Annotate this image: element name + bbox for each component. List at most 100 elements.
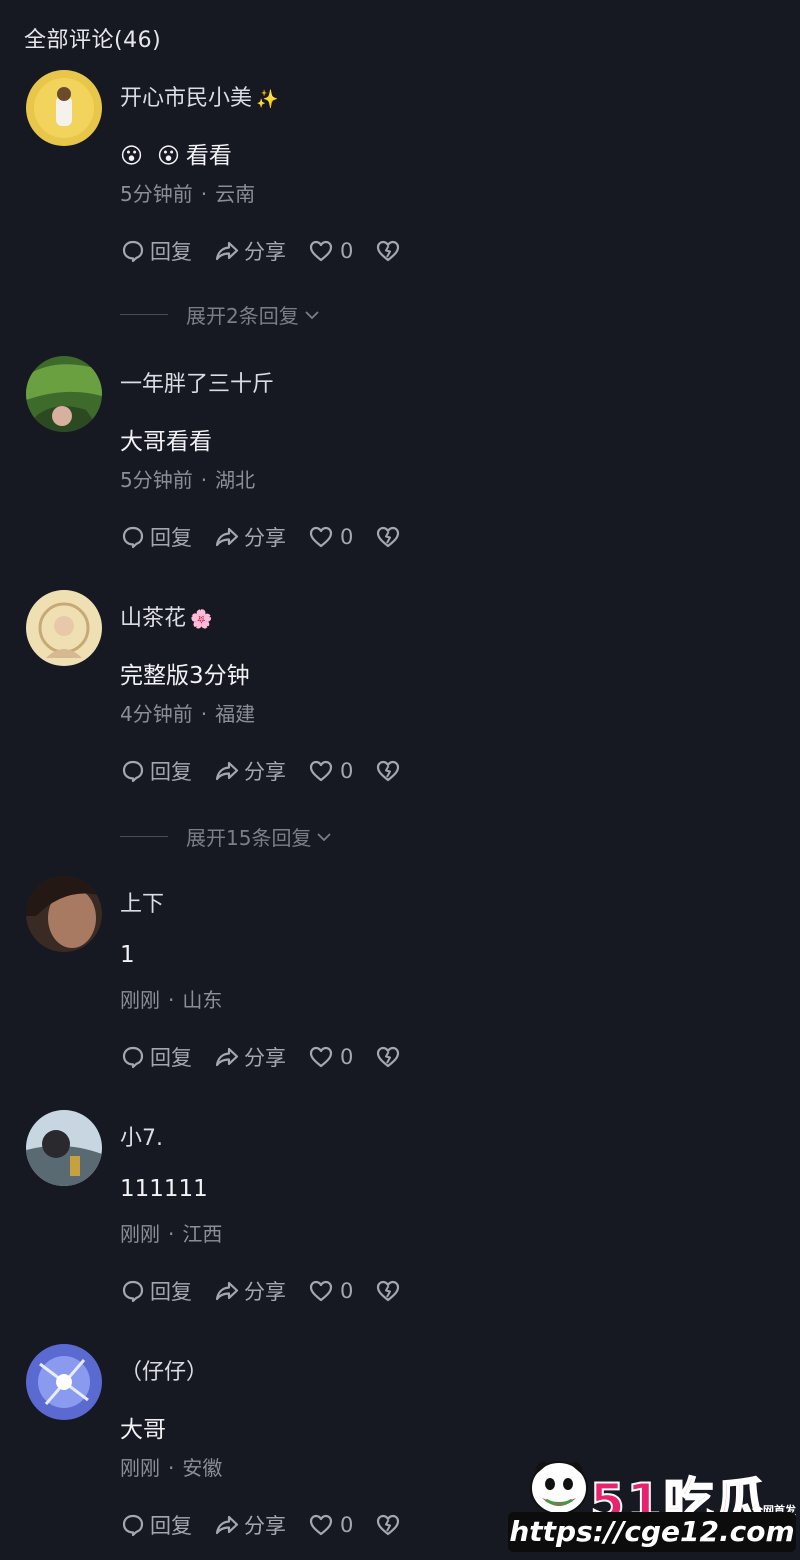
share-arrow-icon [215,1047,239,1067]
like-count: 0 [340,525,354,549]
avatar[interactable] [26,1344,102,1420]
watermark-url: https://cge12.com [508,1512,796,1552]
comment-location: 湖北 [215,468,256,492]
share-arrow-icon [215,1515,239,1535]
comment-username[interactable]: 上下 [120,886,164,918]
chevron-down-icon [305,310,319,319]
comment-location: 福建 [215,702,256,726]
chevron-down-icon [317,832,332,841]
expand-replies-button[interactable]: 展开15条回复 [120,822,333,851]
comment-meta: 刚刚 · 安徽 [120,1456,223,1480]
heart-icon [309,1046,333,1068]
share-button[interactable]: 分享 [214,1042,286,1072]
dislike-button[interactable] [375,238,405,264]
avatar[interactable] [26,876,102,952]
dislike-button[interactable] [375,1044,405,1070]
share-arrow-icon [215,241,239,261]
comment-location: 山东 [182,988,223,1012]
comment-meta: 5分钟前 · 湖北 [120,468,256,492]
like-button[interactable]: 0 [308,238,353,264]
comment-actions: 回复 分享 0 [120,1510,405,1540]
dislike-button[interactable] [375,1512,405,1538]
heart-icon [309,1280,333,1302]
comment-location: 江西 [182,1222,223,1246]
like-count: 0 [340,239,354,263]
broken-heart-icon [377,1046,400,1068]
avatar[interactable] [26,1110,102,1186]
reply-button[interactable]: 回复 [120,236,192,266]
comment-text: 大哥看看 [120,429,212,455]
comment-actions: 回复 分享 0 [120,236,405,266]
reply-bubble-icon [122,240,144,263]
comment-username[interactable]: 一年胖了三十斤 [120,366,274,398]
like-button[interactable]: 0 [308,1278,353,1304]
dislike-button[interactable] [375,1278,405,1304]
comment-text: 大哥 [120,1417,166,1443]
share-button[interactable]: 分享 [214,756,286,786]
like-button[interactable]: 0 [308,524,353,550]
reply-button[interactable]: 回复 [120,756,192,786]
heart-icon [309,240,333,262]
reply-bubble-icon [122,760,144,783]
comment-time: 刚刚 [120,988,160,1012]
comment-actions: 回复 分享 0 [120,756,405,786]
reply-bubble-icon [122,1280,144,1303]
like-count: 0 [340,1045,354,1069]
divider-line [120,836,168,837]
comment-time: 4分钟前 [120,702,193,726]
divider-line [120,314,168,315]
like-button[interactable]: 0 [308,758,353,784]
expand-replies-button[interactable]: 展开2条回复 [120,300,321,329]
comment-time: 刚刚 [120,1222,160,1246]
dislike-button[interactable] [375,524,405,550]
comment-username[interactable]: 山茶花 🌸 [120,600,212,632]
reply-bubble-icon [122,526,144,549]
share-arrow-icon [215,1281,239,1301]
comment-time: 刚刚 [120,1456,160,1480]
comment-time: 5分钟前 [120,468,193,492]
share-arrow-icon [215,527,239,547]
avatar[interactable] [26,356,102,432]
mascot-logo [526,1450,592,1520]
surprised-emoji: 😮 [120,144,143,169]
share-button[interactable]: 分享 [214,1510,286,1540]
like-count: 0 [340,1513,354,1537]
comment-username[interactable]: 小7. [120,1120,163,1152]
heart-icon [309,760,333,782]
comment-username[interactable]: （仔仔） [120,1354,208,1386]
reply-button[interactable]: 回复 [120,1276,192,1306]
like-count: 0 [340,1279,354,1303]
heart-icon [309,526,333,548]
avatar[interactable] [26,590,102,666]
share-button[interactable]: 分享 [214,522,286,552]
reply-button[interactable]: 回复 [120,1510,192,1540]
sparkles-emoji: ✨ [256,89,279,110]
comment-text: 111111 [120,1176,208,1202]
like-button[interactable]: 0 [308,1512,353,1538]
comment-meta: 刚刚 · 江西 [120,1222,223,1246]
reply-button[interactable]: 回复 [120,1042,192,1072]
comment-meta: 5分钟前 · 云南 [120,182,256,206]
comment-location: 云南 [215,182,256,206]
broken-heart-icon [377,1280,400,1302]
cherry-blossom-emoji: 🌸 [190,609,213,630]
broken-heart-icon [377,760,400,782]
share-button[interactable]: 分享 [214,236,286,266]
like-button[interactable]: 0 [308,1044,353,1070]
comment-actions: 回复 分享 0 [120,522,405,552]
comment-text: 完整版3分钟 [120,663,250,689]
heart-icon [309,1514,333,1536]
avatar[interactable] [26,70,102,146]
dislike-button[interactable] [375,758,405,784]
broken-heart-icon [377,1514,400,1536]
comment-username[interactable]: 开心市民小美 ✨ [120,80,278,112]
comment-meta: 刚刚 · 山东 [120,988,223,1012]
reply-bubble-icon [122,1514,144,1537]
comment-text: 😮 😮 看看 [120,143,232,169]
share-arrow-icon [215,761,239,781]
comment-actions: 回复 分享 0 [120,1042,405,1072]
reply-bubble-icon [122,1046,144,1069]
comment-time: 5分钟前 [120,182,193,206]
reply-button[interactable]: 回复 [120,522,192,552]
share-button[interactable]: 分享 [214,1276,286,1306]
